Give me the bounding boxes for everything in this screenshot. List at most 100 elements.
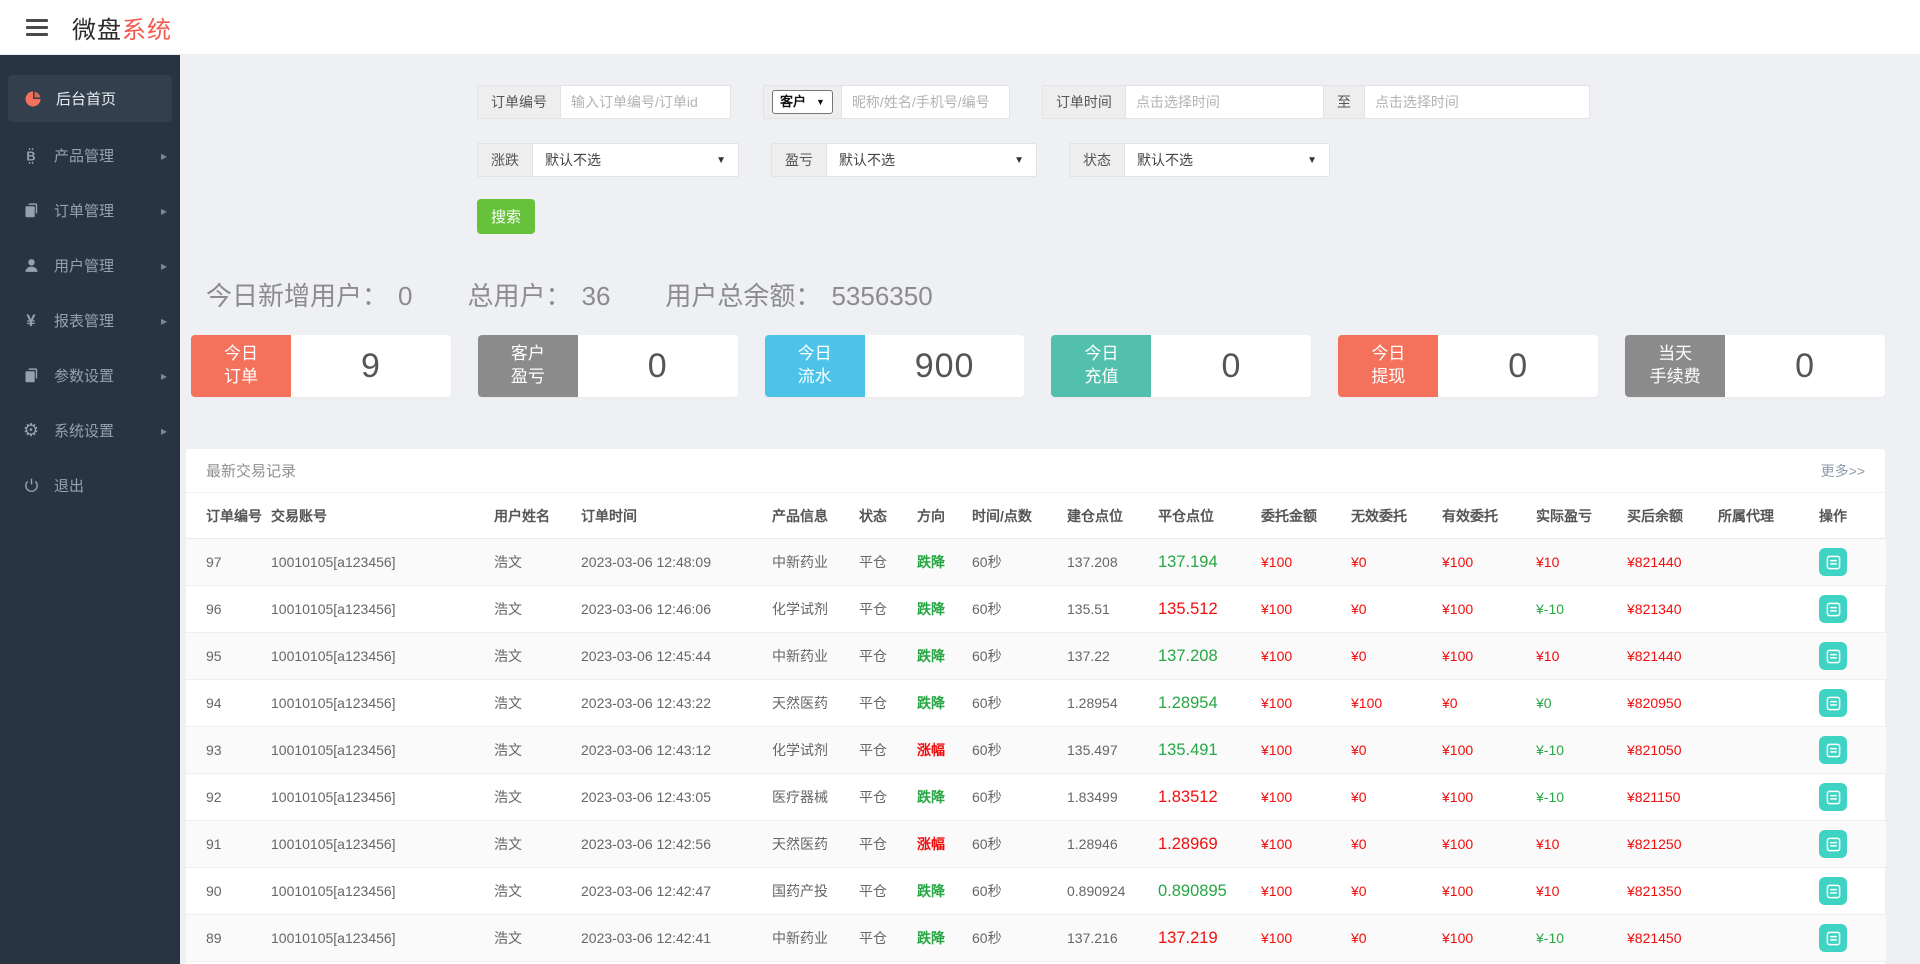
sidebar-item-reports[interactable]: ¥ 报表管理 ▸ [0, 293, 180, 348]
table-row: 9510010105[a123456]浩文2023-03-06 12:45:44… [186, 633, 1886, 680]
sidebar-item-orders[interactable]: 订单管理 ▸ [0, 183, 180, 238]
time-from-input[interactable] [1126, 85, 1324, 119]
cell-open-point: 137.208 [1067, 539, 1158, 586]
cell-balance-after: ¥821440 [1627, 539, 1718, 586]
summary-card: 当天 手续费 0 [1625, 335, 1885, 397]
cell-status: 平仓 [859, 821, 917, 868]
cell-agent [1718, 539, 1819, 586]
profit-loss-filter: 盈亏 默认不选 ▼ [771, 143, 1037, 177]
profit-loss-select[interactable]: 默认不选 ▼ [827, 143, 1037, 177]
column-header: 订单编号 [186, 493, 271, 539]
cell-user-name: 浩文 [494, 727, 581, 774]
sidebar-item-system-settings[interactable]: ⚙ 系统设置 ▸ [0, 403, 180, 458]
cell-direction: 跌降 [917, 633, 972, 680]
status-select[interactable]: 默认不选 ▼ [1125, 143, 1330, 177]
table-row: 9210010105[a123456]浩文2023-03-06 12:43:05… [186, 774, 1886, 821]
sidebar-item-dashboard[interactable]: 后台首页 [8, 75, 172, 122]
cell-product: 化学试剂 [772, 586, 859, 633]
cell-product: 化学试剂 [772, 727, 859, 774]
cell-product: 天然医药 [772, 821, 859, 868]
time-to-input[interactable] [1365, 85, 1590, 119]
copy-files-icon [20, 367, 42, 384]
cell-direction: 涨幅 [917, 727, 972, 774]
cell-status: 平仓 [859, 774, 917, 821]
stat-label: 今日新增用户： [206, 276, 388, 313]
cell-order-no: 91 [186, 821, 271, 868]
cell-actual-pnl: ¥10 [1536, 821, 1627, 868]
more-link[interactable]: 更多>> [1821, 461, 1865, 481]
customer-input[interactable] [842, 85, 1010, 119]
cell-close-point: 137.208 [1158, 633, 1261, 680]
hamburger-menu-icon[interactable] [20, 13, 54, 42]
cell-duration: 60秒 [972, 539, 1067, 586]
cell-actual-pnl: ¥-10 [1536, 727, 1627, 774]
cell-open-point: 135.51 [1067, 586, 1158, 633]
table-row: 9010010105[a123456]浩文2023-03-06 12:42:47… [186, 868, 1886, 915]
cell-valid-entrust: ¥100 [1442, 868, 1536, 915]
sidebar-item-label: 用户管理 [54, 255, 114, 276]
cell-product: 中新药业 [772, 539, 859, 586]
cell-agent [1718, 915, 1819, 962]
cell-close-point: 137.194 [1158, 539, 1261, 586]
search-button[interactable]: 搜索 [477, 199, 535, 234]
stat-value: 36 [582, 281, 611, 312]
order-time-filter: 订单时间 至 [1042, 85, 1590, 119]
logo-text-accent: 系统 [122, 17, 172, 44]
detail-button[interactable] [1819, 548, 1847, 576]
cell-actual-pnl: ¥0 [1536, 680, 1627, 727]
customer-type-select[interactable]: 客户 ▼ [772, 90, 833, 114]
cell-user-name: 浩文 [494, 586, 581, 633]
detail-button[interactable] [1819, 736, 1847, 764]
detail-button[interactable] [1819, 877, 1847, 905]
sidebar-item-parameters[interactable]: 参数设置 ▸ [0, 348, 180, 403]
detail-button[interactable] [1819, 642, 1847, 670]
cell-duration: 60秒 [972, 727, 1067, 774]
sidebar-item-users[interactable]: 用户管理 ▸ [0, 238, 180, 293]
select-caret-icon: ▼ [816, 86, 825, 118]
cell-account: 10010105[a123456] [271, 539, 494, 586]
cell-account: 10010105[a123456] [271, 586, 494, 633]
cell-close-point: 1.28969 [1158, 821, 1261, 868]
topbar: 微盘系统 [0, 0, 1920, 55]
cell-order-time: 2023-03-06 12:42:47 [581, 868, 772, 915]
cell-duration: 60秒 [972, 680, 1067, 727]
cell-valid-entrust: ¥100 [1442, 586, 1536, 633]
select-caret-icon: ▼ [1307, 155, 1317, 166]
cell-order-no: 93 [186, 727, 271, 774]
summary-card: 客户 盈亏 0 [478, 335, 738, 397]
cell-product: 天然医药 [772, 680, 859, 727]
summary-card-label: 今日 提现 [1338, 335, 1438, 397]
detail-button[interactable] [1819, 689, 1847, 717]
cell-entrust-amount: ¥100 [1261, 633, 1351, 680]
gears-icon: ⚙ [20, 420, 42, 441]
sidebar-item-logout[interactable]: 退出 [0, 458, 180, 513]
cell-account: 10010105[a123456] [271, 774, 494, 821]
cell-order-no: 97 [186, 539, 271, 586]
cell-duration: 60秒 [972, 633, 1067, 680]
cell-user-name: 浩文 [494, 680, 581, 727]
bitcoin-icon: B [20, 147, 42, 165]
cell-order-no: 94 [186, 680, 271, 727]
cell-balance-after: ¥821250 [1627, 821, 1718, 868]
customer-filter: 客户 ▼ [763, 85, 1010, 119]
cell-status: 平仓 [859, 586, 917, 633]
detail-button[interactable] [1819, 830, 1847, 858]
chevron-right-icon: ▸ [161, 204, 167, 218]
cell-duration: 60秒 [972, 774, 1067, 821]
sidebar-item-products[interactable]: B 产品管理 ▸ [0, 128, 180, 183]
detail-button[interactable] [1819, 924, 1847, 952]
cell-close-point: 135.491 [1158, 727, 1261, 774]
rise-fall-select[interactable]: 默认不选 ▼ [533, 143, 739, 177]
detail-button[interactable] [1819, 783, 1847, 811]
cell-order-time: 2023-03-06 12:43:22 [581, 680, 772, 727]
cell-account: 10010105[a123456] [271, 727, 494, 774]
main-content: 订单编号 客户 ▼ 订单时间 至 [180, 55, 1920, 964]
order-no-input[interactable] [561, 85, 731, 119]
cell-actions [1819, 680, 1886, 727]
detail-button[interactable] [1819, 595, 1847, 623]
cell-status: 平仓 [859, 539, 917, 586]
cell-open-point: 1.28954 [1067, 680, 1158, 727]
cell-invalid-entrust: ¥0 [1351, 539, 1442, 586]
cell-invalid-entrust: ¥0 [1351, 915, 1442, 962]
cell-entrust-amount: ¥100 [1261, 868, 1351, 915]
